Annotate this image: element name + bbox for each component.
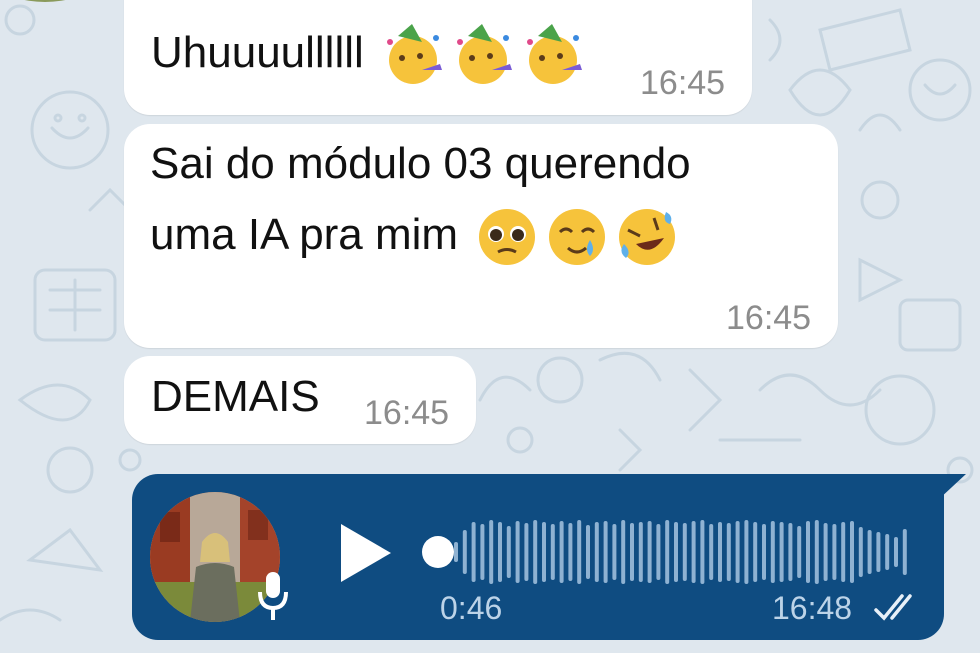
waveform-bar: [885, 534, 890, 570]
message-bubble-2[interactable]: Sai do módulo 03 querendo uma IA pra mim…: [124, 124, 838, 348]
waveform-bar: [823, 523, 828, 581]
waveform-bar: [462, 530, 467, 574]
waveform-bar: [779, 522, 784, 582]
waveform-bar: [674, 522, 678, 582]
microphone-icon: [258, 572, 288, 620]
waveform-bar: [867, 530, 872, 574]
playback-handle: [422, 536, 454, 568]
message-text-1: Uhuuuullllll: [151, 28, 364, 77]
waveform-bar: [612, 524, 617, 580]
message-bubble-3[interactable]: DEMAIS 16:45: [124, 356, 476, 444]
waveform-bar: [454, 542, 458, 562]
partying-face-icon: [457, 24, 513, 85]
waveform-bar: [498, 522, 502, 582]
waveform-bar: [691, 521, 696, 583]
waveform-bar: [550, 524, 555, 580]
waveform-bar: [709, 524, 714, 580]
waveform-bar: [559, 521, 564, 583]
waveform-bar: [814, 520, 819, 584]
waveform-bar: [568, 523, 573, 581]
waveform-bar: [542, 522, 546, 582]
waveform-bar: [735, 521, 740, 583]
message-bubble-1[interactable]: Uhuuuullllll 16:45: [124, 0, 752, 115]
sender-avatar-partial[interactable]: [0, 0, 90, 6]
waveform-bar: [700, 520, 705, 584]
partying-face-icon: [527, 24, 583, 85]
message-text: Uhuuuullllll: [151, 22, 586, 88]
waveform-bar: [621, 520, 626, 584]
waveform-bar: [524, 523, 529, 581]
waveform-bar: [506, 526, 511, 578]
waveform-bar: [902, 529, 907, 575]
waveform-bar: [603, 521, 608, 583]
waveform-bar: [858, 527, 863, 577]
waveform-bar: [762, 524, 766, 580]
waveform-bar: [515, 521, 520, 583]
waveform-bar: [753, 522, 758, 582]
waveform-bar: [647, 521, 652, 583]
double-check-icon: [874, 594, 912, 621]
waveform-bar: [594, 522, 599, 582]
waveform-bar: [894, 537, 898, 567]
message-text-line-2: uma IA pra mim: [150, 210, 459, 259]
message-text-line-1: Sai do módulo 03 querendo: [150, 139, 691, 188]
waveform-bar: [841, 522, 846, 582]
message-text-line-2-wrap: uma IA pra mim: [150, 204, 680, 270]
waveform-bar: [788, 523, 793, 581]
waveform-bar: [471, 522, 476, 582]
waveform-bar: [682, 523, 687, 581]
waveform-bar: [638, 522, 643, 582]
waveform-bar: [726, 523, 731, 581]
bubble-tail: [938, 474, 966, 500]
waveform-bar: [770, 521, 775, 583]
partying-face-icon: [387, 24, 443, 85]
waveform-bar: [489, 520, 494, 584]
voice-timestamp: 16:48: [772, 590, 853, 626]
message-timestamp: 16:45: [640, 64, 726, 102]
waveform-bar: [577, 520, 582, 584]
waveform-bar: [656, 524, 661, 580]
waveform-bar: [533, 520, 538, 584]
waveform-bar: [665, 520, 670, 584]
message-timestamp: 16:45: [364, 394, 450, 432]
message-timestamp: 16:45: [726, 299, 812, 337]
waveform-bar: [797, 526, 802, 578]
message-text-3: DEMAIS: [151, 372, 320, 421]
waveform-bar: [744, 520, 749, 584]
waveform-bar: [806, 521, 810, 583]
voice-duration: 0:46: [440, 590, 503, 626]
waveform-bar: [718, 522, 722, 582]
rolling-on-floor-laughing-icon: [619, 209, 676, 266]
smiling-face-with-tear-icon: [549, 209, 606, 266]
waveform-bar: [832, 524, 837, 580]
pleading-face-icon: [479, 209, 536, 266]
voice-waveform[interactable]: [420, 515, 910, 589]
waveform-bar: [480, 524, 485, 580]
waveform-bar: [876, 532, 881, 572]
play-button[interactable]: [335, 520, 395, 586]
waveform-bar: [850, 521, 854, 583]
waveform-bar: [586, 525, 590, 579]
waveform-bar: [630, 523, 634, 581]
